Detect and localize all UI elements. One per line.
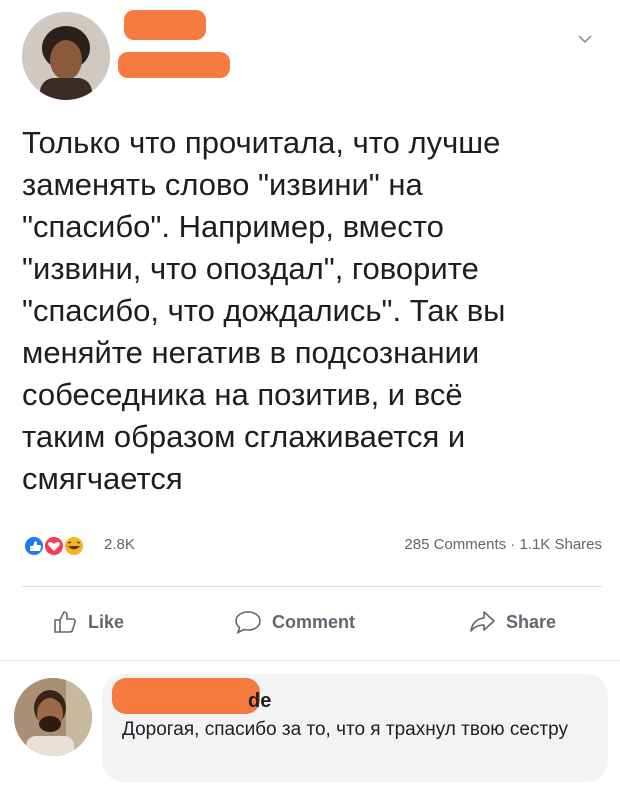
post-header (0, 0, 620, 110)
author-avatar[interactable] (22, 12, 110, 100)
comment-bubble-icon (235, 611, 261, 635)
divider (0, 660, 620, 661)
divider (22, 586, 602, 587)
like-button[interactable]: Like (52, 604, 124, 640)
comment-text: Дорогая, спасибо за то, что я трахнул тв… (122, 719, 568, 740)
commenter-avatar[interactable] (14, 678, 92, 756)
comment-button[interactable]: Comment (234, 604, 355, 640)
like-label: Like (88, 611, 125, 632)
redacted-name-bottom (118, 52, 230, 78)
reaction-count[interactable]: 2.8K (104, 536, 135, 553)
post-line: смягчается (22, 461, 183, 496)
post-line: Только что прочитала, что лучше (22, 125, 501, 160)
post-line: заменять слово "извини" на (22, 167, 423, 202)
reactions-icons[interactable] (22, 534, 102, 558)
share-label: Share (506, 611, 557, 632)
commenter-name[interactable]: de (248, 690, 271, 713)
comment-label: Comment (272, 611, 356, 632)
post-body: Только что прочитала, что лучше заменять… (22, 122, 602, 500)
redacted-commenter-name (112, 678, 260, 714)
chevron-down-icon[interactable] (576, 30, 594, 48)
post-line: "спасибо, что дождались". Так вы (22, 293, 506, 328)
post-line: "извини, что опоздал", говорите (22, 251, 479, 286)
post-line: таким образом сглаживается и (22, 419, 466, 454)
post-line: меняйте негатив в подсознании (22, 335, 480, 370)
comments-shares-count[interactable]: 285 Comments · 1.1K Shares (404, 536, 602, 553)
share-button[interactable]: Share (468, 604, 556, 640)
post-line: "спасибо". Например, вместо (22, 209, 444, 244)
thumbs-up-icon (54, 611, 76, 633)
post-line: собеседника на позитив, и всё (22, 377, 463, 412)
post-actions: Like Comment Share (22, 596, 602, 650)
share-arrow-icon (470, 611, 495, 632)
post-stats: 2.8K 285 Comments · 1.1K Shares (22, 530, 602, 560)
redacted-name-top (124, 10, 206, 40)
